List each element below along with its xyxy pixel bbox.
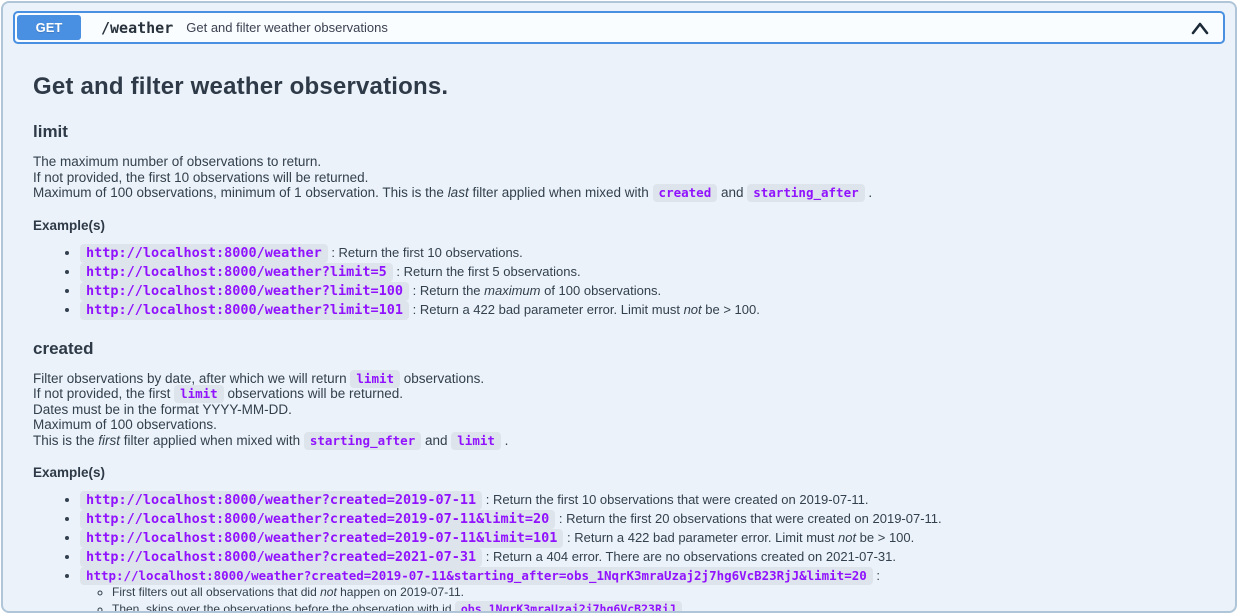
section-heading-created: created [33,339,1205,359]
endpoint-summary: Get and filter weather observations [186,20,1187,35]
description-line: If not provided, the first limit observa… [33,386,1205,402]
examples-label: Example(s) [33,465,1205,480]
description-line: This is the first filter applied when mi… [33,433,1205,449]
list-item-text: http://localhost:8000/weather?created=20… [80,567,880,585]
example-sub-list: First filters out all observations that … [80,585,1205,613]
limit-description: The maximum number of observations to re… [33,154,1205,201]
operation-description: Get and filter weather observations. lim… [3,73,1235,613]
list-item: http://localhost:8000/weather : Return t… [80,245,1205,261]
chevron-up-icon [1190,20,1210,36]
list-item: http://localhost:8000/weather?created=20… [80,511,1205,527]
endpoint-path: /weather [101,19,173,37]
description-line: Maximum of 100 observations, minimum of … [33,185,1205,201]
description-line: The maximum number of observations to re… [33,154,1205,170]
list-item: http://localhost:8000/weather?created=20… [80,492,1205,508]
http-method-badge: GET [17,15,81,40]
description-line: Dates must be in the format YYYY-MM-DD. [33,402,1205,418]
limit-examples-list: http://localhost:8000/weather : Return t… [33,245,1205,318]
operation-panel: GET /weather Get and filter weather obse… [1,1,1237,613]
operation-header[interactable]: GET /weather Get and filter weather obse… [13,11,1225,44]
list-item: http://localhost:8000/weather?limit=100 … [80,283,1205,299]
created-description: Filter observations by date, after which… [33,371,1205,449]
created-examples-list: http://localhost:8000/weather?created=20… [33,492,1205,613]
section-heading-limit: limit [33,122,1205,142]
examples-label: Example(s) [33,218,1205,233]
collapse-button[interactable] [1187,15,1213,41]
description-line: Maximum of 100 observations. [33,417,1205,433]
description-line: If not provided, the first 10 observatio… [33,170,1205,186]
description-line: Filter observations by date, after which… [33,371,1205,387]
list-item: http://localhost:8000/weather?limit=101 … [80,302,1205,318]
list-item: First filters out all observations that … [112,585,1205,600]
list-item: http://localhost:8000/weather?created=20… [80,530,1205,546]
list-item: Then, skips over the observations before… [112,602,1205,614]
page-title: Get and filter weather observations. [33,73,1205,101]
list-item: http://localhost:8000/weather?created=20… [80,549,1205,565]
list-item: http://localhost:8000/weather?created=20… [80,568,1205,613]
list-item: http://localhost:8000/weather?limit=5 : … [80,264,1205,280]
